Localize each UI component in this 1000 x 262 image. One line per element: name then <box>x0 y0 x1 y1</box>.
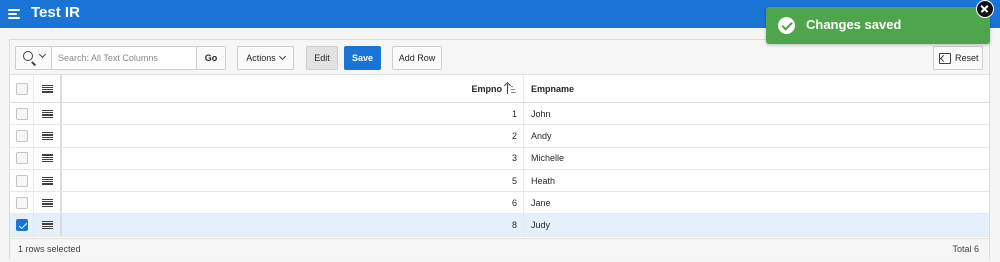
interactive-grid-region: Go Actions Edit Save Add Row Reset Empno <box>9 39 990 259</box>
row-select-checkbox[interactable] <box>16 152 28 165</box>
add-row-button[interactable]: Add Row <box>392 46 442 70</box>
table-row[interactable]: 2 Andy <box>10 125 989 148</box>
search-group: Go <box>15 46 226 70</box>
empno-cell[interactable]: 6 <box>64 192 524 214</box>
column-header-label: Empname <box>531 83 575 94</box>
empname-cell[interactable]: Judy <box>524 214 989 235</box>
empno-cell[interactable]: 8 <box>64 214 524 236</box>
grid-body: 1 John 2 Andy 3 Michelle 5 Heath 6 Jane 8 Judy <box>10 103 989 237</box>
close-icon[interactable] <box>976 0 994 18</box>
row-action-header-cell <box>34 75 62 102</box>
search-input[interactable] <box>52 47 197 69</box>
go-button[interactable]: Go <box>197 47 225 69</box>
row-select-checkbox[interactable] <box>16 196 28 209</box>
table-row[interactable]: 8 Judy <box>10 214 989 237</box>
table-row[interactable]: 5 Heath <box>10 169 989 193</box>
row-select-cell <box>10 192 34 214</box>
column-header-label: Empno <box>471 83 503 94</box>
row-select-cell <box>10 125 34 147</box>
column-header-empno[interactable]: Empno <box>64 75 524 102</box>
check-circle-icon <box>778 17 795 34</box>
row-select-checkbox[interactable] <box>16 107 28 120</box>
table-row[interactable]: 1 John <box>10 103 989 126</box>
chevron-down-icon <box>38 50 47 59</box>
empname-cell[interactable]: Jane <box>524 192 989 213</box>
row-select-checkbox[interactable] <box>16 129 28 142</box>
row-action-cell <box>34 103 62 125</box>
edit-button[interactable]: Edit <box>306 46 338 70</box>
reset-icon <box>939 52 951 64</box>
search-column-selector-button[interactable] <box>16 47 52 69</box>
notification-message: Changes saved <box>806 17 902 32</box>
row-actions-menu-icon[interactable] <box>42 221 53 230</box>
row-actions-menu-icon[interactable] <box>42 154 53 163</box>
empname-cell[interactable]: John <box>524 103 989 124</box>
row-actions-menu-icon[interactable] <box>42 131 53 141</box>
empname-cell[interactable]: Michelle <box>524 148 989 169</box>
row-actions-menu-icon[interactable] <box>42 109 53 118</box>
grid-toolbar: Go Actions Edit Save Add Row Reset <box>10 40 989 75</box>
reset-label: Reset <box>955 53 979 63</box>
row-action-cell <box>34 214 62 236</box>
row-select-cell <box>10 147 34 169</box>
row-select-checkbox[interactable] <box>16 174 28 187</box>
empno-cell[interactable]: 3 <box>64 147 524 169</box>
total-count: Total 6 <box>952 244 979 254</box>
select-all-checkbox[interactable] <box>16 82 28 95</box>
search-icon <box>23 51 33 61</box>
row-action-cell <box>34 192 62 214</box>
row-action-cell <box>34 147 62 169</box>
page-title: Test IR <box>31 4 80 21</box>
empname-cell[interactable]: Heath <box>524 170 989 191</box>
chevron-down-icon <box>278 52 286 61</box>
reset-button[interactable]: Reset <box>933 46 983 70</box>
row-select-cell <box>10 103 34 125</box>
sort-ascending-icon <box>505 83 517 94</box>
hamburger-menu-icon[interactable] <box>6 5 24 23</box>
row-action-cell <box>34 125 62 147</box>
row-action-cell <box>34 169 62 192</box>
row-select-cell <box>10 169 34 192</box>
column-header-empname[interactable]: Empname <box>524 75 989 102</box>
menu-lines-icon[interactable] <box>42 84 53 93</box>
empno-cell[interactable]: 5 <box>64 169 524 192</box>
actions-menu-button[interactable]: Actions <box>237 46 294 70</box>
selection-count: 1 rows selected <box>18 244 81 254</box>
select-all-cell <box>10 75 34 102</box>
save-button[interactable]: Save <box>344 46 381 70</box>
empno-cell[interactable]: 2 <box>64 125 524 147</box>
grid-header-row: Empno Empname <box>10 75 989 103</box>
row-actions-menu-icon[interactable] <box>42 198 53 208</box>
table-row[interactable]: 6 Jane <box>10 192 989 215</box>
row-actions-menu-icon[interactable] <box>42 176 53 185</box>
success-notification: Changes saved <box>766 7 990 44</box>
table-row[interactable]: 3 Michelle <box>10 147 989 170</box>
row-select-checkbox[interactable] <box>16 219 28 232</box>
grid-footer: 1 rows selected Total 6 <box>10 238 989 259</box>
actions-label: Actions <box>246 53 276 63</box>
empno-cell[interactable]: 1 <box>64 103 524 125</box>
empname-cell[interactable]: Andy <box>524 125 989 146</box>
row-select-cell <box>10 214 34 236</box>
